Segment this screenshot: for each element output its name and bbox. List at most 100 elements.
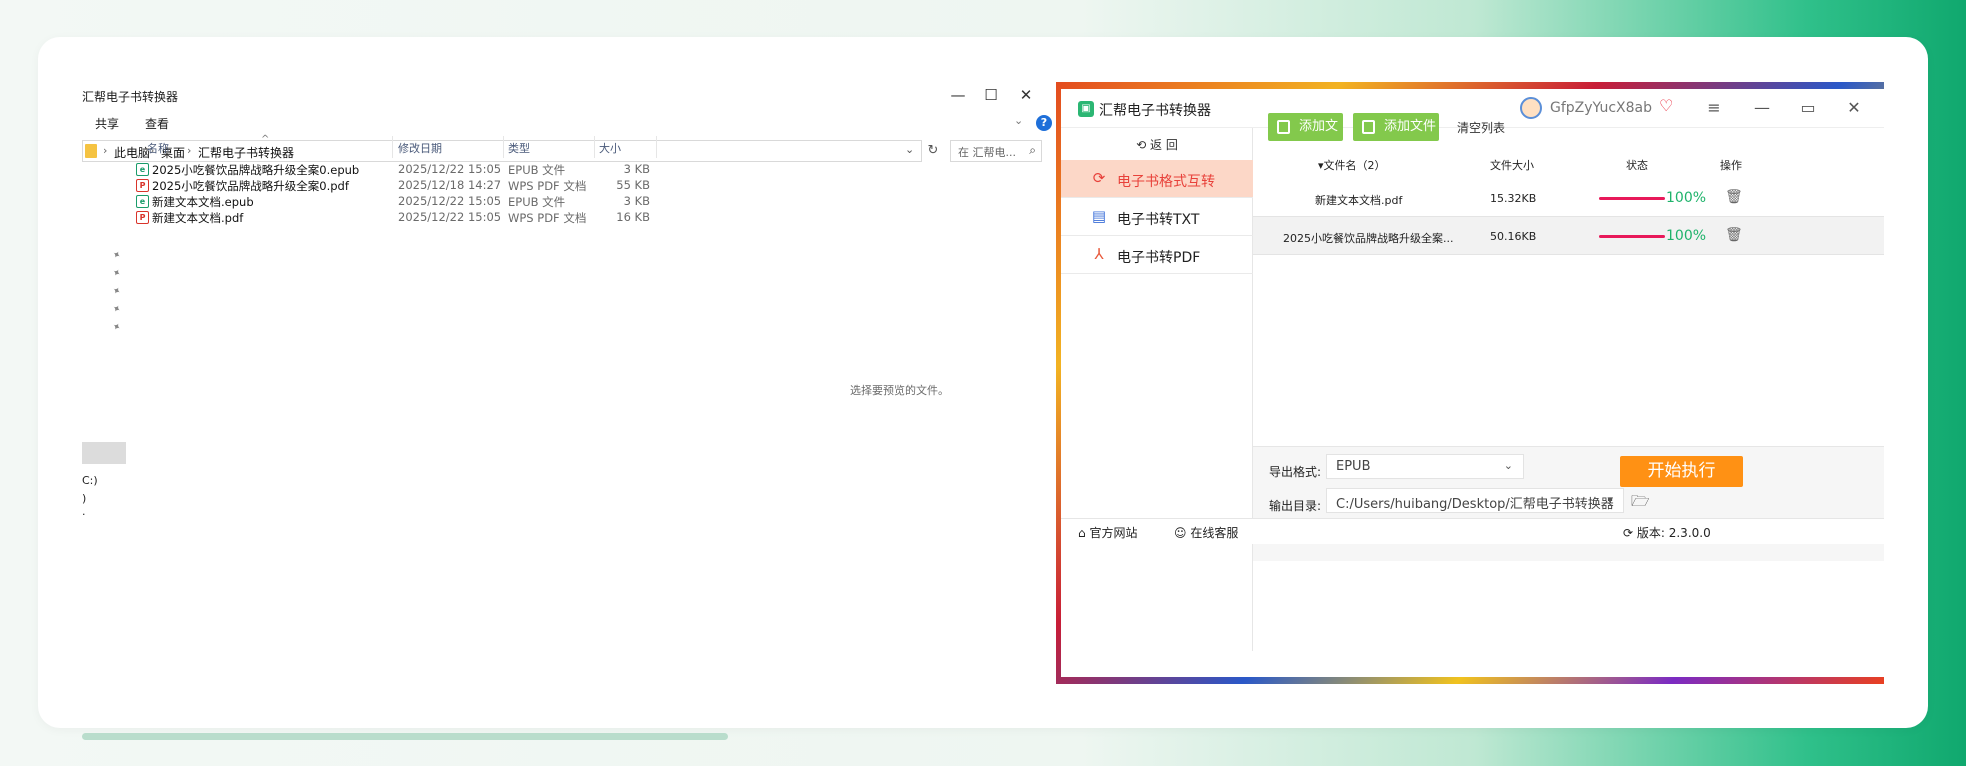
file-date: 2025/12/22 15:05	[398, 162, 502, 176]
column-header-size[interactable]: 大小	[599, 140, 621, 156]
menu-share[interactable]: 共享	[95, 115, 119, 132]
file-name: 新建文本文档.pdf	[152, 211, 244, 225]
progress-bar	[1599, 235, 1665, 238]
search-input[interactable]: 在 汇帮电... ⌕	[950, 140, 1042, 162]
pin-icon[interactable]: ✦	[110, 249, 123, 263]
file-name: 2025小吃餐饮品牌战略升级全案0.pdf	[152, 179, 349, 193]
caret-down-icon: ▾	[1607, 493, 1613, 506]
pin-icon[interactable]: ✦	[110, 303, 123, 317]
sidebar-item-to-txt[interactable]: ▤ 电子书转TXT	[1061, 198, 1253, 236]
file-type: WPS PDF 文档	[508, 211, 587, 225]
export-format-label: 导出格式:	[1269, 465, 1322, 479]
minimize-button[interactable]: —	[940, 83, 976, 107]
chevron-down-icon[interactable]: ⌄	[1014, 114, 1023, 127]
back-button[interactable]: ⟲ 返 回	[1061, 128, 1253, 162]
file-name: 新建文本文档.epub	[152, 195, 254, 209]
search-icon: ⌕	[1029, 143, 1036, 157]
nav-item-drive-c[interactable]: C:)	[82, 474, 98, 487]
close-icon[interactable]: ✕	[1841, 96, 1867, 120]
online-support-label: 在线客服	[1190, 526, 1239, 540]
pdf-file-icon: P	[136, 179, 149, 192]
maximize-button[interactable]: ☐	[973, 83, 1009, 107]
online-support-link[interactable]: ☺ 在线客服	[1174, 524, 1238, 541]
column-header-name[interactable]: 名称	[147, 140, 169, 156]
sidebar-item-to-pdf[interactable]: ⅄ 电子书转PDF	[1061, 236, 1253, 274]
add-folder-label: 添加文件夹	[1384, 119, 1437, 162]
back-label: 返 回	[1150, 138, 1178, 152]
column-divider[interactable]	[656, 136, 657, 158]
file-date: 2025/12/22 15:05	[398, 194, 502, 208]
column-header-date[interactable]: 修改日期	[398, 140, 442, 156]
table-row[interactable]: 新建文本文档.pdf 15.32KB 100% 🗑	[1253, 179, 1884, 217]
breadcrumb-this-pc[interactable]: 此电脑	[114, 144, 150, 161]
version-label: 版本: 2.3.0.0	[1636, 526, 1711, 540]
pdf-file-icon: P	[136, 211, 149, 224]
pin-icon[interactable]: ✦	[110, 285, 123, 299]
export-format-select[interactable]: EPUB ⌄	[1326, 454, 1524, 479]
nav-item-more[interactable]: ·	[82, 508, 86, 521]
horizontal-scrollbar[interactable]	[82, 733, 728, 740]
trash-icon[interactable]: 🗑	[1725, 227, 1743, 243]
file-row[interactable]: e 2025小吃餐饮品牌战略升级全案0.epub 2025/12/22 15:0…	[132, 162, 732, 178]
refresh-icon: ⟳	[1092, 169, 1106, 187]
help-icon[interactable]: ?	[1036, 115, 1052, 131]
address-bar[interactable]: › 此电脑 › 桌面 › 汇帮电子书转换器 ⌄	[82, 140, 922, 162]
menu-view[interactable]: 查看	[145, 115, 169, 132]
output-dir-value: C:/Users/huibang/Desktop/汇帮电子书转换器	[1336, 497, 1614, 512]
minimize-icon[interactable]: —	[1749, 96, 1775, 120]
menu-icon[interactable]: ≡	[1701, 96, 1727, 120]
folder-icon	[85, 144, 97, 158]
close-button[interactable]: ✕	[1008, 83, 1044, 107]
maximize-icon[interactable]: ▭	[1795, 96, 1821, 120]
file-row[interactable]: P 2025小吃餐饮品牌战略升级全案0.pdf 2025/12/18 14:27…	[132, 178, 732, 194]
add-file-icon	[1277, 120, 1290, 134]
epub-file-icon: e	[136, 163, 149, 176]
breadcrumb-folder[interactable]: 汇帮电子书转换器	[198, 144, 294, 161]
vip-heart-icon[interactable]: ♡	[1659, 96, 1673, 115]
preview-placeholder: 选择要预览的文件。	[850, 384, 949, 397]
start-button[interactable]: 开始执行	[1620, 456, 1743, 487]
file-size: 16 KB	[616, 210, 650, 224]
refresh-icon[interactable]: ↻	[922, 140, 944, 162]
sidebar-item-label: 电子书格式互转	[1117, 174, 1215, 190]
navigation-pane: ✦ ✦ ✦ ✦ ✦ C:) ) ·	[82, 172, 128, 684]
clear-list-button[interactable]: 清空列表	[1457, 119, 1505, 136]
pin-icon[interactable]: ✦	[110, 267, 123, 281]
version-info[interactable]: ⟳ 版本: 2.3.0.0	[1623, 524, 1711, 541]
username[interactable]: GfpZyYucX8ab	[1550, 100, 1652, 116]
column-divider[interactable]	[503, 136, 504, 158]
file-date: 2025/12/22 15:05	[398, 210, 502, 224]
file-row[interactable]: e 新建文本文档.epub 2025/12/22 15:05 EPUB 文件 3…	[132, 194, 732, 210]
column-header-status: 状态	[1626, 159, 1648, 172]
column-header-filename[interactable]: ▾文件名（2）	[1318, 157, 1386, 173]
file-size: 3 KB	[623, 162, 650, 176]
document-icon: ▤	[1091, 207, 1107, 225]
add-folder-button[interactable]: 添加文件夹	[1353, 113, 1439, 162]
add-file-button[interactable]: 添加文件	[1268, 113, 1343, 162]
chevron-down-icon[interactable]: ⌄	[905, 143, 914, 156]
back-arrow-icon: ⟲	[1136, 138, 1151, 152]
row-filesize: 50.16KB	[1490, 230, 1537, 243]
trash-icon[interactable]: 🗑	[1725, 189, 1743, 205]
nav-item-selected[interactable]	[82, 442, 126, 464]
sidebar-item-label: 电子书转PDF	[1117, 250, 1201, 266]
chevron-down-icon: ⌄	[1503, 459, 1513, 472]
pin-icon[interactable]: ✦	[110, 321, 123, 335]
table-row[interactable]: 2025小吃餐饮品牌战略升级全案... 50.16KB 100% 🗑	[1253, 217, 1884, 255]
official-website-link[interactable]: ⌂ 官方网站	[1078, 524, 1137, 541]
avatar[interactable]	[1520, 97, 1542, 119]
progress-text: 100%	[1666, 190, 1707, 206]
nav-item-drive[interactable]: )	[82, 492, 86, 505]
status-bar: ⌂ 官方网站 ☺ 在线客服 ⟳ 版本: 2.3.0.0	[1061, 518, 1884, 544]
breadcrumb-separator-icon: ›	[103, 144, 108, 157]
file-row[interactable]: P 新建文本文档.pdf 2025/12/22 15:05 WPS PDF 文档…	[132, 210, 732, 226]
open-folder-icon[interactable]: 🗁	[1631, 491, 1650, 516]
output-dir-select[interactable]: C:/Users/huibang/Desktop/汇帮电子书转换器 ▾	[1326, 488, 1624, 513]
column-header-type[interactable]: 类型	[508, 140, 530, 156]
app-logo-icon: ▣	[1078, 101, 1094, 117]
column-divider[interactable]	[594, 136, 595, 158]
file-date: 2025/12/18 14:27	[398, 178, 502, 192]
acrobat-icon: ⅄	[1094, 245, 1104, 263]
column-divider[interactable]	[392, 136, 393, 158]
sidebar-item-format-convert[interactable]: ⟳ 电子书格式互转	[1061, 160, 1253, 198]
